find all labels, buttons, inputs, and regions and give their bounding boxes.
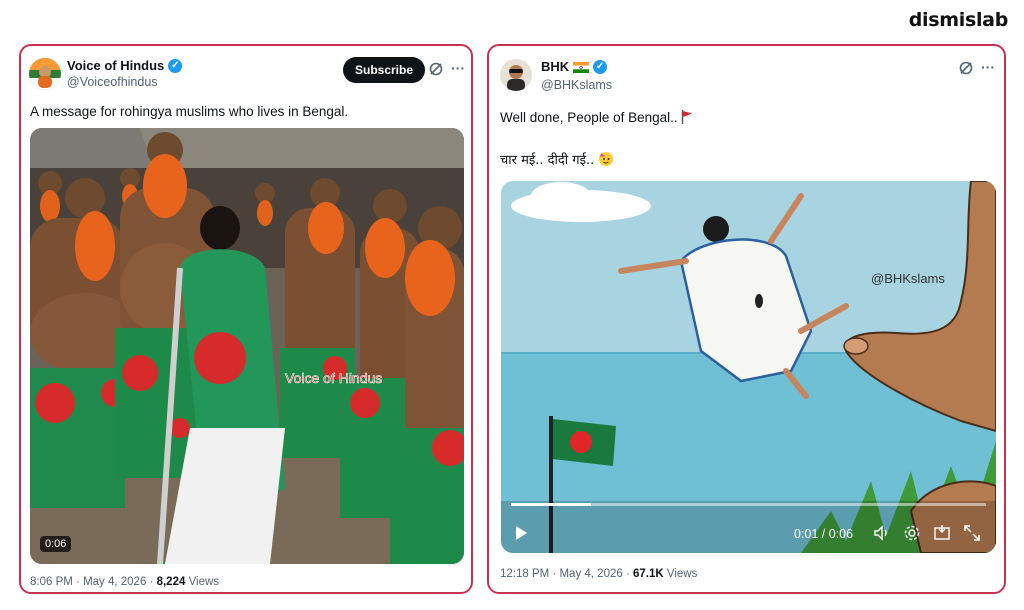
tweet-meta: 12:18 PM · May 4, 2026 · 67.1K Views: [500, 568, 698, 580]
tweet-text-line1: Well done, People of Bengal..: [500, 110, 693, 127]
india-flag-icon: [573, 61, 590, 73]
author-name-row[interactable]: BHK ✓: [541, 59, 608, 74]
video-frame-image: Voice of Hindus: [30, 128, 464, 564]
tweet-card-voice-of-hindus: Voice of Hindus ✓ @Voiceofhindus Subscri…: [19, 44, 473, 594]
video-frame-image: @BHKslams: [501, 181, 996, 553]
tweet-text: A message for rohingya muslims who lives…: [30, 104, 349, 119]
verified-badge-icon: ✓: [168, 58, 183, 73]
views-count: 8,224: [156, 576, 186, 588]
video-duration-badge: 0:06: [40, 536, 72, 552]
pip-icon[interactable]: [933, 524, 951, 542]
video-time: 0:01 / 0:06: [794, 527, 854, 541]
tweet-text-line2-text: चार मई.. दीदी गई..: [500, 153, 595, 168]
tweet-text-line1-text: Well done, People of Bengal..: [500, 110, 678, 125]
avatar[interactable]: [500, 59, 532, 91]
settings-gear-icon[interactable]: [903, 524, 921, 542]
tweet-text-line2: चार मई.. दीदी गई..: [500, 150, 614, 171]
subscribe-button[interactable]: Subscribe: [343, 57, 426, 83]
tweet-meta: 8:06 PM · May 4, 2026 · 8,224 Views: [30, 576, 220, 588]
play-icon[interactable]: [513, 525, 529, 541]
author-handle[interactable]: @Voiceofhindus: [67, 75, 158, 89]
tweet-date[interactable]: May 4, 2026: [559, 568, 622, 580]
avatar[interactable]: [29, 58, 61, 90]
video-watermark: @BHKslams: [871, 271, 945, 286]
tweet-time[interactable]: 8:06 PM: [30, 576, 73, 588]
video-watermark: Voice of Hindus: [285, 370, 382, 386]
grok-icon[interactable]: [427, 61, 445, 79]
author-handle[interactable]: @BHKslams: [541, 78, 612, 92]
author-name[interactable]: BHK: [541, 59, 569, 74]
verified-badge-icon: ✓: [593, 59, 608, 74]
grok-icon[interactable]: [957, 60, 975, 78]
author-name-row[interactable]: Voice of Hindus ✓: [67, 58, 183, 73]
tweet-date[interactable]: May 4, 2026: [83, 576, 146, 588]
more-options-icon[interactable]: ···: [449, 59, 467, 77]
views-count: 67.1K: [633, 568, 664, 580]
red-flag-icon: [681, 110, 693, 127]
video-player[interactable]: @BHKslams 0:01 / 0:06: [501, 181, 996, 553]
views-label: Views: [666, 568, 698, 580]
views-label: Views: [188, 576, 220, 588]
more-options-icon[interactable]: ···: [979, 58, 997, 76]
volume-icon[interactable]: [873, 524, 891, 542]
tweet-time[interactable]: 12:18 PM: [500, 568, 549, 580]
tweet-card-bhk: BHK ✓ @BHKslams ··· Well done, People of…: [487, 44, 1006, 594]
dismislab-logo: dismislab: [908, 9, 1009, 31]
author-name[interactable]: Voice of Hindus: [67, 58, 164, 73]
fullscreen-icon[interactable]: [963, 524, 981, 542]
video-player[interactable]: Voice of Hindus 0:06: [30, 128, 464, 564]
party-face-icon: [598, 151, 614, 171]
